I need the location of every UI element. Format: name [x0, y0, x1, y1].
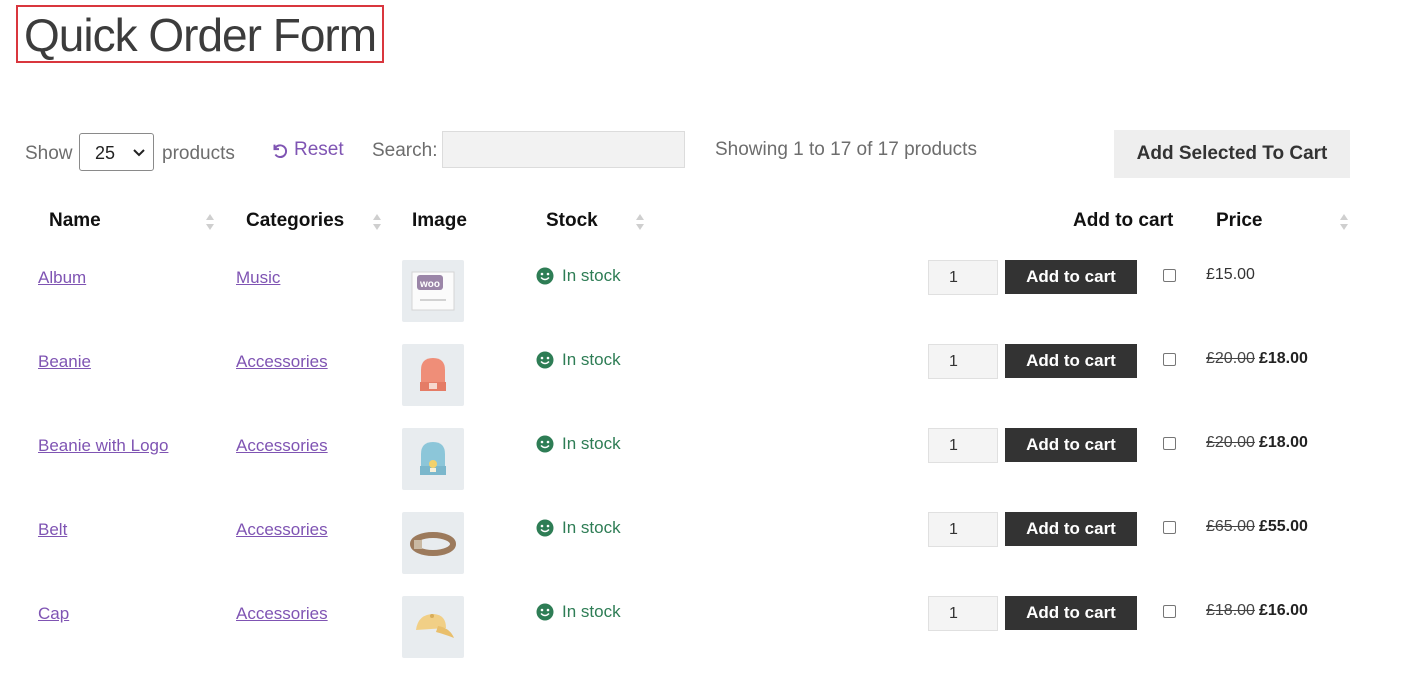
sale-price: £16.00: [1258, 602, 1308, 619]
show-label: Show: [25, 143, 73, 164]
add-to-cart-button[interactable]: Add to cart: [1005, 428, 1137, 462]
page-size-value: 25: [95, 143, 116, 163]
sale-price: £18.00: [1258, 434, 1308, 451]
sort-icon[interactable]: [205, 212, 215, 232]
price: £20.00 £18.00: [1206, 350, 1308, 368]
regular-price: £65.00: [1206, 518, 1255, 535]
belt-thumbnail: [402, 512, 464, 574]
sort-icon[interactable]: [635, 212, 645, 232]
add-to-cart-button[interactable]: Add to cart: [1005, 512, 1137, 546]
product-category-link[interactable]: Accessories: [236, 520, 328, 540]
sort-icon[interactable]: [372, 212, 382, 232]
product-category-link[interactable]: Accessories: [236, 436, 328, 456]
table-info: Showing 1 to 17 of 17 products: [715, 139, 977, 160]
product-name-link[interactable]: Belt: [38, 520, 67, 540]
product-category-link[interactable]: Accessories: [236, 352, 328, 372]
regular-price: £18.00: [1206, 602, 1255, 619]
product-name-link[interactable]: Beanie with Logo: [38, 436, 168, 456]
reset-label: Reset: [294, 139, 344, 160]
select-checkbox[interactable]: [1163, 269, 1176, 282]
page-title: Quick Order Form: [24, 9, 377, 61]
table-row: Belt Accessories In stock Add to cart £6…: [0, 512, 1401, 596]
price: £18.00 £16.00: [1206, 602, 1308, 620]
select-checkbox[interactable]: [1163, 605, 1176, 618]
current-price: £15.00: [1206, 266, 1255, 283]
quantity-input[interactable]: [928, 344, 998, 379]
price: £20.00 £18.00: [1206, 434, 1308, 452]
stock-label: In stock: [562, 602, 621, 621]
svg-text:woo: woo: [419, 279, 440, 290]
stock-status: In stock: [536, 602, 621, 622]
stock-label: In stock: [562, 434, 621, 453]
reset-icon: [273, 144, 288, 159]
add-to-cart-button[interactable]: Add to cart: [1005, 260, 1137, 294]
column-header-categories[interactable]: Categories: [246, 210, 344, 232]
quantity-input[interactable]: [928, 512, 998, 547]
stock-label: In stock: [562, 350, 621, 369]
page-size-select[interactable]: 25: [79, 133, 154, 171]
cap-thumbnail: [402, 596, 464, 658]
quantity-input[interactable]: [928, 428, 998, 463]
sale-price: £18.00: [1258, 350, 1308, 367]
select-checkbox[interactable]: [1163, 521, 1176, 534]
table-row: Album Music woo In stock Add to cart £15…: [0, 260, 1401, 344]
beanie-logo-thumbnail: [402, 428, 464, 490]
stock-label: In stock: [562, 518, 621, 537]
album-thumbnail: woo: [402, 260, 464, 322]
table-row: Cap Accessories In stock Add to cart £18…: [0, 596, 1401, 680]
price: £65.00 £55.00: [1206, 518, 1308, 536]
sale-price: £55.00: [1258, 518, 1308, 535]
quantity-input[interactable]: [928, 596, 998, 631]
chevron-down-icon: [133, 149, 145, 157]
product-name-link[interactable]: Beanie: [38, 352, 91, 372]
smile-icon: [536, 519, 554, 537]
column-header-name[interactable]: Name: [49, 210, 101, 232]
search-input[interactable]: [442, 131, 685, 168]
stock-status: In stock: [536, 350, 621, 370]
column-header-add-to-cart: Add to cart: [1073, 210, 1174, 231]
product-category-link[interactable]: Music: [236, 268, 280, 288]
column-header-image: Image: [412, 210, 467, 231]
add-to-cart-button[interactable]: Add to cart: [1005, 596, 1137, 630]
stock-label: In stock: [562, 266, 621, 285]
product-category-link[interactable]: Accessories: [236, 604, 328, 624]
smile-icon: [536, 267, 554, 285]
quantity-input[interactable]: [928, 260, 998, 295]
smile-icon: [536, 435, 554, 453]
sort-icon[interactable]: [1339, 212, 1349, 232]
product-name-link[interactable]: Album: [38, 268, 86, 288]
reset-button[interactable]: Reset: [270, 139, 344, 161]
beanie-thumbnail: [402, 344, 464, 406]
add-to-cart-button[interactable]: Add to cart: [1005, 344, 1137, 378]
products-label: products: [162, 143, 235, 164]
stock-status: In stock: [536, 266, 621, 286]
select-checkbox[interactable]: [1163, 437, 1176, 450]
table-toolbar: Show 25 products Reset Search: Showing 1…: [25, 130, 1401, 178]
stock-status: In stock: [536, 518, 621, 538]
price: £15.00: [1206, 266, 1255, 284]
search-label: Search:: [372, 140, 438, 161]
table-row: Beanie with Logo Accessories In stock Ad…: [0, 428, 1401, 512]
product-name-link[interactable]: Cap: [38, 604, 69, 624]
select-checkbox[interactable]: [1163, 353, 1176, 366]
stock-status: In stock: [536, 434, 621, 454]
smile-icon: [536, 351, 554, 369]
column-header-price[interactable]: Price: [1216, 210, 1262, 232]
column-header-stock[interactable]: Stock: [546, 210, 598, 232]
table-row: Beanie Accessories In stock Add to cart …: [0, 344, 1401, 428]
smile-icon: [536, 603, 554, 621]
regular-price: £20.00: [1206, 350, 1255, 367]
regular-price: £20.00: [1206, 434, 1255, 451]
add-selected-to-cart-button[interactable]: Add Selected To Cart: [1114, 130, 1350, 178]
